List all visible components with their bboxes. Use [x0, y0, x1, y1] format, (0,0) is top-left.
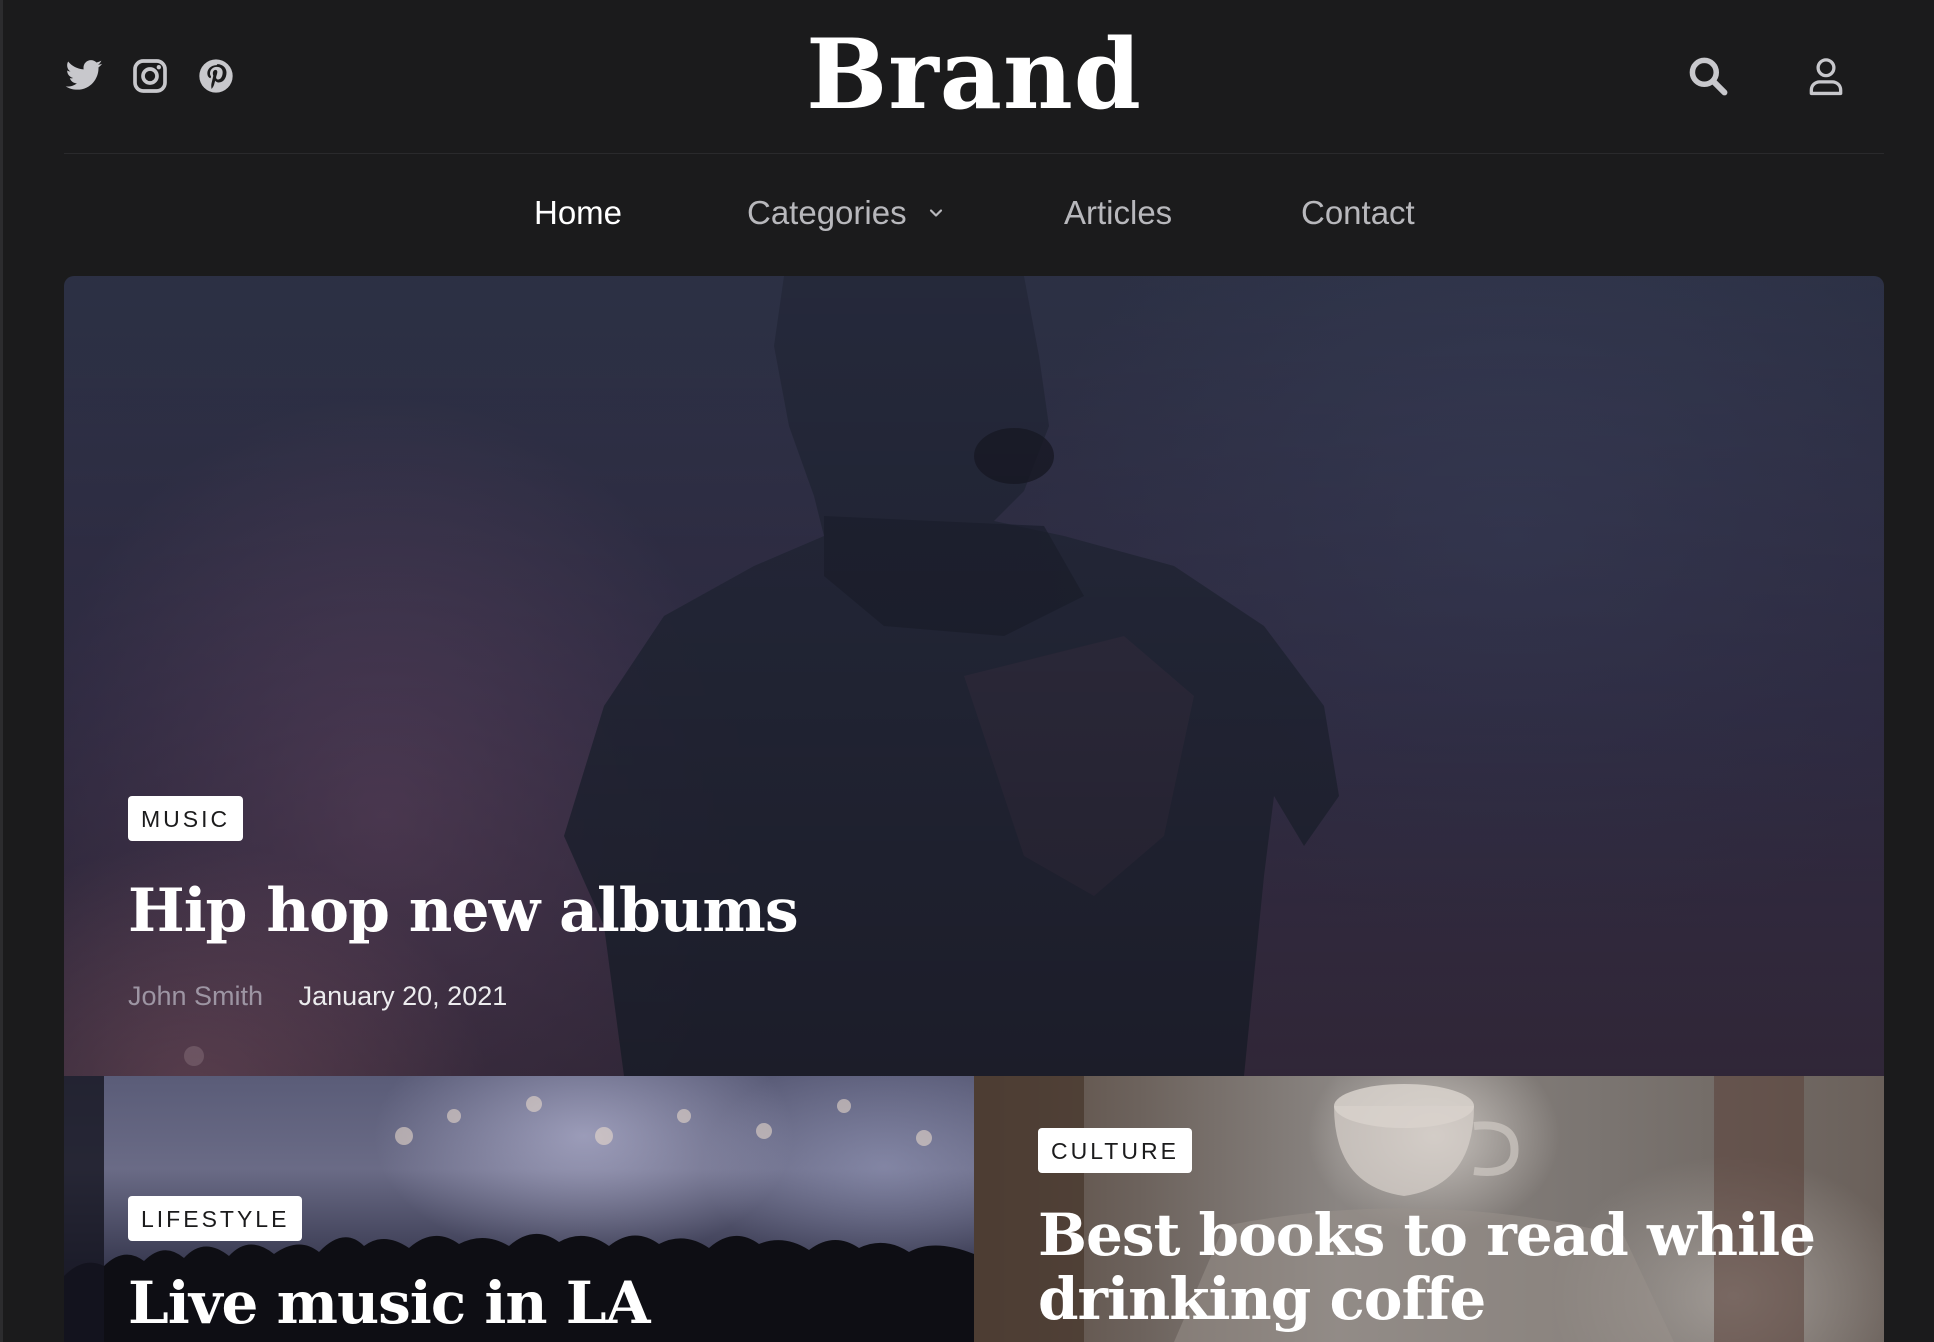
main-nav: Home Categories Articles Contact [0, 154, 1934, 274]
card-title-live-music[interactable]: Live music in LA [128, 1271, 651, 1336]
author-name[interactable]: John Smith [128, 981, 263, 1011]
category-tag-music[interactable]: MUSIC [128, 796, 244, 841]
nav-item-categories-label: Categories [747, 194, 907, 231]
category-tag-lifestyle[interactable]: LIFESTYLE [128, 1196, 303, 1241]
article-card-books-coffee[interactable]: CULTURE Best books to read while drinkin… [974, 1076, 1884, 1342]
hero-article[interactable]: MUSIC Hip hop new albums John Smith Janu… [64, 276, 1884, 1076]
nav-item-contact[interactable]: Contact [1301, 194, 1415, 232]
site-header: Brand [64, 0, 1884, 154]
page: Brand Home Categories Articles Contact M… [0, 0, 1934, 1342]
hero-meta: John Smith January 20, 2021 [128, 981, 507, 1012]
user-icon[interactable] [1804, 54, 1848, 98]
hero-title[interactable]: Hip hop new albums [128, 876, 799, 946]
search-icon[interactable] [1686, 54, 1730, 98]
nav-item-articles[interactable]: Articles [1064, 194, 1172, 232]
category-tag-culture[interactable]: CULTURE [1038, 1128, 1192, 1173]
card-title-books-coffee[interactable]: Best books to read while drinking coffe [1038, 1203, 1838, 1332]
article-card-live-music[interactable]: LIFESTYLE Live music in LA [64, 1076, 974, 1342]
header-actions [1686, 54, 1848, 98]
chevron-down-icon [929, 209, 942, 217]
publish-date: January 20, 2021 [298, 981, 508, 1011]
brand-logo[interactable]: Brand [64, 22, 1884, 128]
nav-item-home[interactable]: Home [534, 194, 622, 232]
nav-item-categories[interactable]: Categories [747, 194, 946, 232]
hero-image [64, 276, 1884, 1076]
